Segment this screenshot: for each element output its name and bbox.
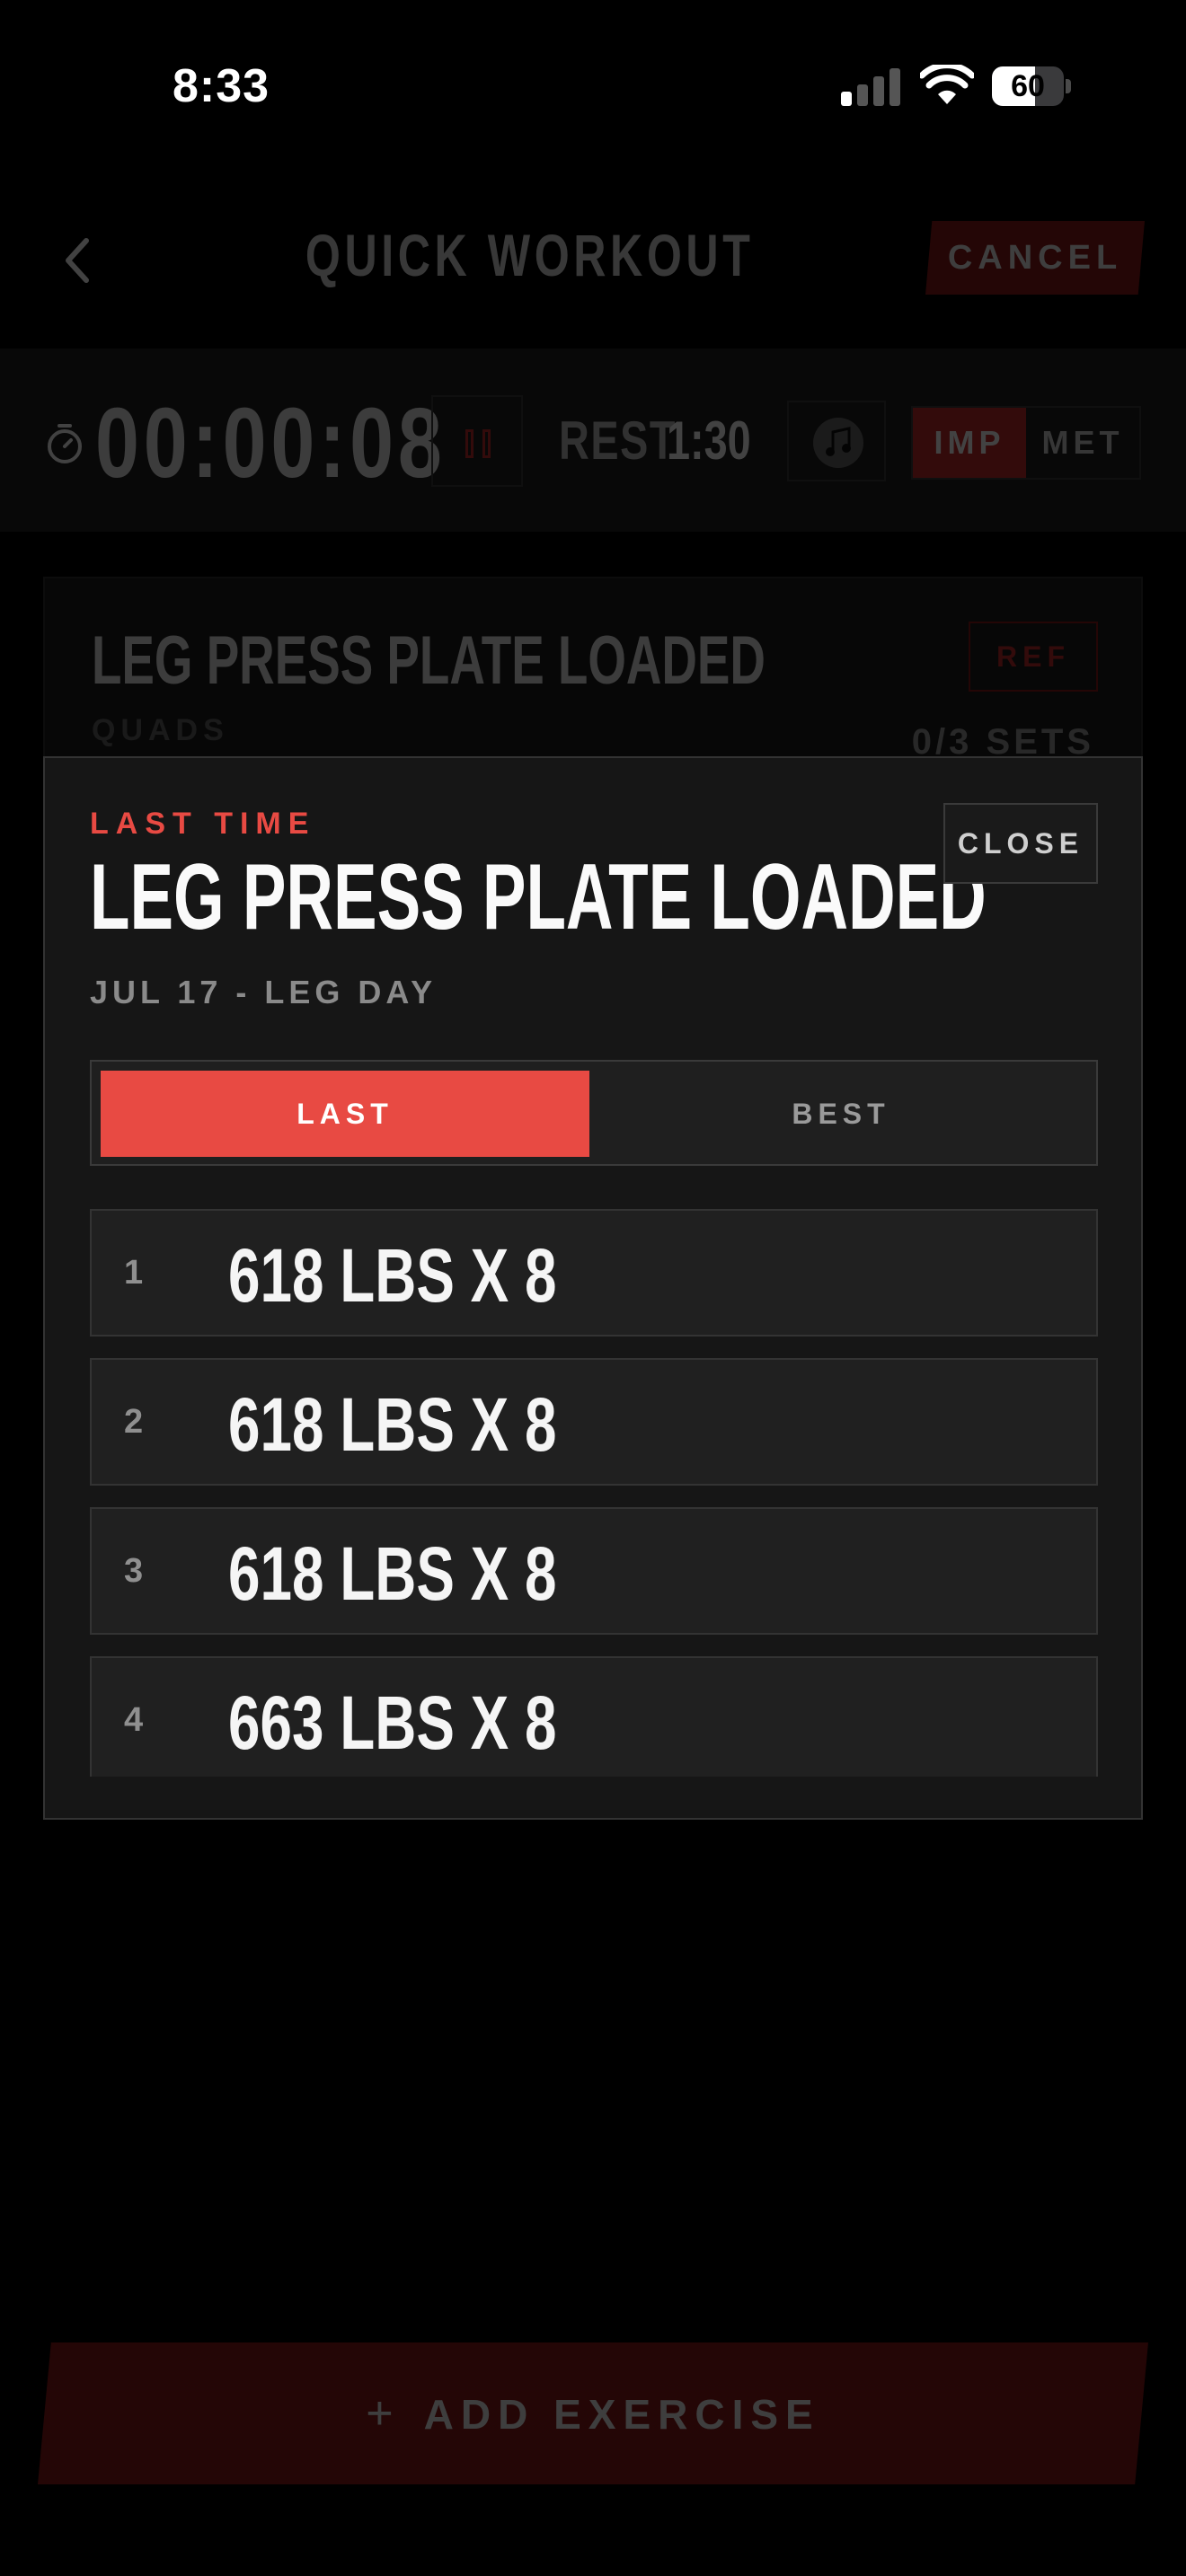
tab-last[interactable]: LAST: [101, 1071, 589, 1157]
set-row: 2 618 LBS X 8: [90, 1358, 1098, 1486]
set-value: 618 LBS X 8: [228, 1382, 557, 1467]
wifi-icon: [920, 65, 974, 104]
set-number: 3: [124, 1552, 144, 1590]
last-time-modal: LAST TIME LEG PRESS PLATE LOADED JUL 17 …: [43, 756, 1143, 1820]
sets-list: 1 618 LBS X 8 2 618 LBS X 8 3 618 LBS X …: [90, 1209, 1098, 1777]
cancel-button[interactable]: CANCEL: [925, 221, 1145, 295]
exercise-name: LEG PRESS PLATE LOADED: [92, 622, 766, 699]
set-row: 1 618 LBS X 8: [90, 1209, 1098, 1337]
battery-icon: 60: [992, 66, 1071, 106]
set-number: 4: [124, 1701, 144, 1739]
exercise-card[interactable]: LEG PRESS PLATE LOADED QUADS REF 0/3 SET…: [43, 577, 1143, 774]
exercise-muscle: QUADS: [92, 713, 229, 747]
set-number: 1: [124, 1254, 144, 1292]
page-title: QUICK WORKOUT: [305, 222, 755, 288]
unit-metric-option[interactable]: MET: [1026, 408, 1139, 478]
music-note-icon: [826, 427, 851, 456]
cellular-signal-icon: [841, 66, 900, 106]
set-number: 2: [124, 1403, 144, 1441]
music-button[interactable]: [787, 401, 886, 481]
status-time: 8:33: [173, 60, 270, 112]
add-exercise-button[interactable]: + ADD EXERCISE: [38, 2342, 1148, 2484]
pause-icon: [465, 429, 474, 458]
plus-icon: +: [366, 2387, 401, 2439]
pause-button[interactable]: [431, 395, 523, 487]
modal-kicker: LAST TIME: [90, 807, 316, 841]
set-value: 663 LBS X 8: [228, 1681, 557, 1765]
tab-best[interactable]: BEST: [597, 1071, 1085, 1157]
battery-level: 60: [1011, 69, 1045, 103]
set-value: 618 LBS X 8: [228, 1233, 557, 1318]
unit-imperial-option[interactable]: IMP: [913, 408, 1026, 478]
set-value: 618 LBS X 8: [228, 1531, 557, 1616]
add-exercise-label: ADD EXERCISE: [423, 2391, 820, 2438]
unit-toggle: IMP MET: [911, 406, 1141, 480]
rest-timer-value[interactable]: 1:30: [667, 410, 774, 472]
ref-button[interactable]: REF: [969, 622, 1098, 692]
modal-date: JUL 17 - LEG DAY: [90, 974, 438, 1010]
last-best-toggle: LAST BEST: [90, 1060, 1098, 1166]
set-row: 3 618 LBS X 8: [90, 1507, 1098, 1635]
stopwatch-icon: [48, 424, 82, 463]
close-button[interactable]: CLOSE: [943, 803, 1098, 884]
set-row: 4 663 LBS X 8: [90, 1656, 1098, 1777]
